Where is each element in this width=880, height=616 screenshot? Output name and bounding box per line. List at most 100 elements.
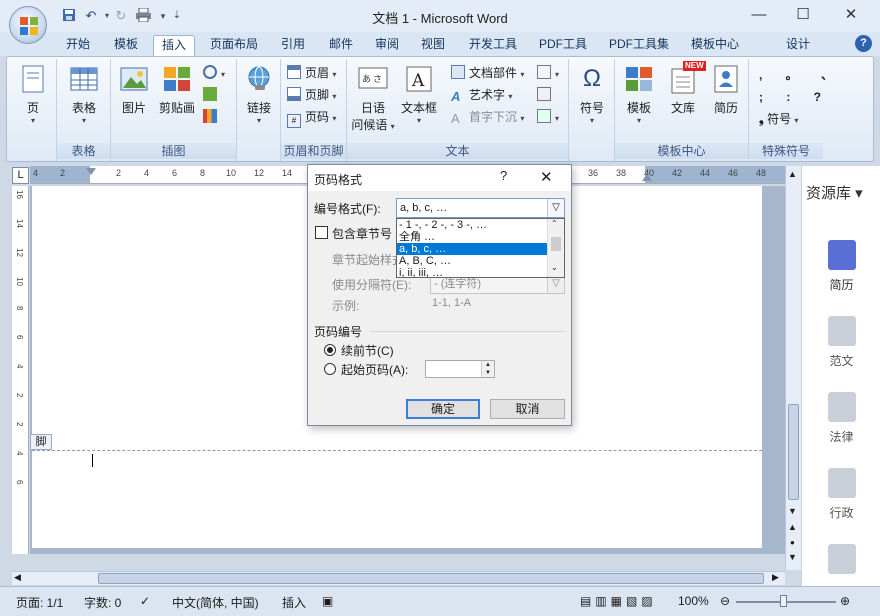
sidebar-item-admin[interactable]: 行政 — [802, 468, 880, 521]
sidebar-item-resume[interactable]: 简历 — [802, 240, 880, 293]
template-button[interactable]: 模板 ▾ — [619, 63, 659, 125]
table-button[interactable]: 表格 ▾ — [65, 63, 103, 125]
format-option-selected[interactable]: a, b, c, … — [397, 243, 547, 255]
group-table-label: 表格 — [57, 143, 110, 159]
symbol-button[interactable]: Ω 符号 ▾ — [573, 63, 611, 125]
dialog-close-icon[interactable]: ✕ — [540, 168, 553, 186]
vertical-scrollbar[interactable]: ▲ ▼ ▲ ● ▼ — [785, 166, 801, 570]
list-scroll-down-icon[interactable]: ⌄ — [551, 263, 558, 272]
right-indent-icon[interactable] — [642, 174, 652, 181]
sidebar-item-law[interactable]: 法律 — [802, 392, 880, 445]
format-option[interactable]: i, ii, iii, … — [397, 267, 547, 279]
list-scroll-thumb[interactable] — [551, 237, 561, 251]
dropcap-button[interactable]: A 首字下沉 ▾ — [451, 107, 524, 127]
status-zoom[interactable]: 100% — [678, 594, 709, 608]
number-format-dropdown-list[interactable]: - 1 -, - 2 -, - 3 -, … 全角 … a, b, c, … A… — [396, 218, 565, 279]
quickparts-button[interactable]: 文档部件 ▾ — [451, 63, 524, 83]
header-button[interactable]: 页眉 ▾ — [287, 63, 336, 83]
signature-button[interactable]: ▾ — [537, 63, 559, 83]
scroll-left-icon[interactable]: ◀ — [14, 572, 21, 583]
sidebar-item-more[interactable] — [802, 544, 880, 580]
help-button[interactable]: ? — [500, 168, 507, 183]
status-language[interactable]: 中文(简体, 中国) — [172, 594, 259, 611]
status-page[interactable]: 页面: 1/1 — [16, 594, 63, 611]
page-number-button[interactable]: # 页码 ▾ — [287, 107, 336, 128]
horizontal-scrollbar[interactable]: ◀ ▶ — [12, 571, 785, 585]
include-chapter-checkbox[interactable] — [315, 226, 328, 239]
start-at-radio[interactable] — [324, 363, 336, 375]
chevron-down-icon[interactable]: ▽ — [547, 199, 564, 217]
scroll-thumb[interactable] — [788, 404, 799, 500]
status-words[interactable]: 字数: 0 — [84, 594, 121, 611]
wordart-button[interactable]: A 艺术字 ▾ — [451, 85, 512, 105]
tab-view[interactable]: 视图 — [414, 35, 452, 56]
close-icon[interactable]: ✕ — [836, 4, 866, 26]
group-text-label: 文本 — [347, 143, 568, 159]
number-format-select[interactable]: a, b, c, … ▽ — [396, 198, 565, 218]
maximize-icon[interactable]: ☐ — [788, 4, 818, 26]
tab-insert[interactable]: 插入 — [153, 35, 195, 56]
zoom-out-icon[interactable]: ⊖ — [720, 594, 730, 608]
vertical-ruler[interactable]: 16 14 12 10 8 6 4 2 2 4 6 — [12, 186, 29, 554]
tab-review[interactable]: 审阅 — [368, 35, 406, 56]
picture-button[interactable]: 图片 — [117, 63, 151, 116]
scroll-up-icon[interactable]: ▲ — [788, 169, 797, 179]
page-button[interactable]: 页 ▾ — [15, 63, 51, 125]
tab-mailings[interactable]: 邮件 — [322, 35, 360, 56]
format-option[interactable]: A, B, C, … — [397, 255, 547, 267]
office-button[interactable] — [9, 6, 47, 44]
tab-references[interactable]: 引用 — [274, 35, 312, 56]
tab-page-layout[interactable]: 页面布局 — [204, 35, 264, 56]
scroll-down-icon[interactable]: ▼ — [788, 506, 797, 516]
ok-button[interactable]: 确定 — [406, 399, 480, 419]
minimize-icon[interactable]: — — [744, 4, 774, 26]
macro-record-icon[interactable]: ▣ — [322, 594, 333, 608]
continue-radio[interactable] — [324, 344, 336, 356]
library-button[interactable]: NEW 文库 — [663, 61, 706, 116]
clipart-button[interactable]: 剪贴画 — [157, 63, 197, 116]
start-at-input[interactable]: ▲ ▼ — [425, 360, 495, 378]
zoom-in-icon[interactable]: ⊕ — [840, 594, 850, 608]
symbol-row-2[interactable]: ; : ? — [759, 87, 831, 107]
sidebar-title[interactable]: 资源库 ▾ — [806, 182, 863, 203]
symbol-row-1[interactable]: , 。 、 — [759, 65, 843, 85]
list-scrollbar[interactable]: ⌃ ⌄ — [547, 219, 564, 277]
indent-marker-icon[interactable] — [86, 168, 96, 175]
zoom-slider-thumb[interactable] — [780, 595, 787, 607]
tab-templates[interactable]: 模板 — [108, 35, 144, 56]
textbox-button[interactable]: A 文本框 ▾ — [399, 63, 439, 125]
sidebar-item-samples[interactable]: 范文 — [802, 316, 880, 369]
special-symbol-button[interactable]: ❟ 符号 ▾ — [759, 109, 798, 129]
sidebar-item-label: 行政 — [829, 506, 854, 520]
shapes-button[interactable]: ▾ — [203, 63, 225, 83]
tab-design[interactable]: 设计 — [780, 35, 816, 56]
footer-button[interactable]: 页脚 ▾ — [287, 85, 336, 105]
tab-developer[interactable]: 开发工具 — [462, 35, 524, 56]
tab-pdf-tools[interactable]: PDF工具 — [534, 35, 592, 56]
resume-button[interactable]: 简历 — [707, 63, 745, 116]
format-option[interactable]: 全角 … — [397, 231, 547, 243]
japanese-greeting-button[interactable]: あさ 日语 问候语 ▾ — [351, 63, 395, 133]
view-buttons[interactable]: ▤▥▦▧▨ — [580, 594, 657, 608]
spinner-icon[interactable]: ▲ ▼ — [481, 361, 494, 377]
object-button[interactable]: ▾ — [537, 107, 559, 127]
format-option[interactable]: - 1 -, - 2 -, - 3 -, … — [397, 219, 547, 231]
tab-pdf-toolset[interactable]: PDF工具集 — [604, 35, 674, 56]
proofing-icon[interactable]: ✓ — [140, 594, 150, 608]
chart-button[interactable] — [203, 107, 221, 127]
links-button[interactable]: 链接 ▾ — [241, 63, 277, 125]
help-icon[interactable]: ? — [855, 35, 872, 52]
tab-home[interactable]: 开始 — [60, 35, 96, 56]
scroll-right-icon[interactable]: ▶ — [772, 572, 779, 583]
next-page-icon[interactable]: ▼ — [788, 552, 797, 562]
hscroll-thumb[interactable] — [98, 573, 764, 584]
list-scroll-up-icon[interactable]: ⌃ — [551, 219, 558, 228]
prev-page-icon[interactable]: ▲ — [788, 522, 797, 532]
cancel-button[interactable]: 取消 — [490, 399, 565, 419]
status-mode[interactable]: 插入 — [282, 594, 306, 611]
datetime-button[interactable] — [537, 85, 555, 105]
tab-template-center[interactable]: 模板中心 — [684, 35, 746, 56]
smartart-button[interactable] — [203, 85, 221, 105]
browse-object-icon[interactable]: ● — [790, 538, 795, 547]
tab-selector[interactable]: L — [12, 167, 29, 184]
